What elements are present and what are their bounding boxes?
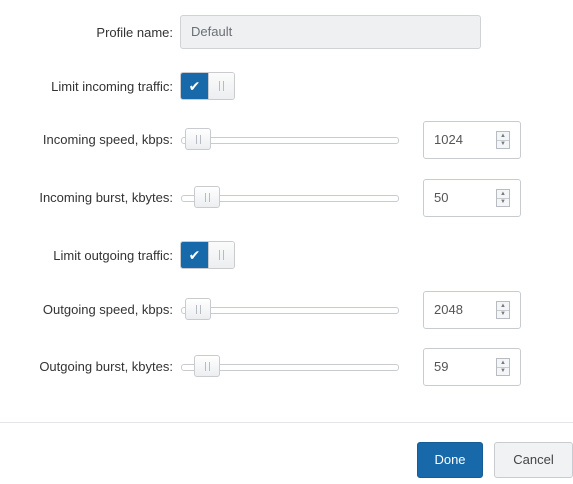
- profile-name-label: Profile name:: [96, 25, 173, 40]
- toggle-knob: [208, 73, 234, 99]
- outgoing-speed-row: Outgoing speed, kbps: 2048 ▲ ▼: [0, 290, 573, 330]
- done-button[interactable]: Done: [417, 442, 483, 478]
- checkmark-icon: ✔: [181, 242, 208, 268]
- incoming-speed-slider[interactable]: [181, 128, 399, 152]
- incoming-burst-spinner[interactable]: 50 ▲ ▼: [423, 179, 521, 217]
- outgoing-burst-label: Outgoing burst, kbytes:: [39, 359, 173, 374]
- spinner-arrows: ▲ ▼: [496, 358, 510, 376]
- outgoing-speed-slider[interactable]: [181, 298, 399, 322]
- footer-divider: [0, 422, 573, 423]
- checkmark-icon: ✔: [181, 73, 208, 99]
- limit-incoming-toggle[interactable]: ✔: [180, 72, 235, 100]
- slider-handle[interactable]: [194, 355, 221, 377]
- limit-outgoing-label: Limit outgoing traffic:: [53, 248, 173, 263]
- slider-handle[interactable]: [194, 186, 221, 208]
- incoming-burst-row: Incoming burst, kbytes: 50 ▲ ▼: [0, 178, 573, 218]
- spinner-down-icon[interactable]: ▼: [497, 198, 509, 206]
- outgoing-burst-spinner[interactable]: 59 ▲ ▼: [423, 348, 521, 386]
- profile-name-input[interactable]: Default: [180, 15, 481, 49]
- incoming-burst-value[interactable]: 50: [434, 180, 448, 216]
- spinner-down-icon[interactable]: ▼: [497, 140, 509, 148]
- incoming-speed-value[interactable]: 1024: [434, 122, 463, 158]
- slider-handle[interactable]: [184, 298, 211, 320]
- toggle-knob: [208, 242, 234, 268]
- spinner-down-icon[interactable]: ▼: [497, 310, 509, 318]
- limit-outgoing-row: Limit outgoing traffic: ✔: [0, 236, 573, 276]
- outgoing-burst-slider[interactable]: [181, 355, 399, 379]
- spinner-arrows: ▲ ▼: [496, 131, 510, 149]
- outgoing-burst-value[interactable]: 59: [434, 349, 448, 385]
- incoming-speed-row: Incoming speed, kbps: 1024 ▲ ▼: [0, 120, 573, 160]
- incoming-speed-label: Incoming speed, kbps:: [42, 132, 173, 147]
- incoming-burst-slider[interactable]: [181, 186, 399, 210]
- limit-incoming-row: Limit incoming traffic: ✔: [0, 67, 573, 107]
- spinner-arrows: ▲ ▼: [496, 189, 510, 207]
- outgoing-speed-label: Outgoing speed, kbps:: [42, 302, 173, 317]
- slider-track: [181, 307, 399, 314]
- outgoing-speed-spinner[interactable]: 2048 ▲ ▼: [423, 291, 521, 329]
- limit-outgoing-toggle[interactable]: ✔: [180, 241, 235, 269]
- cancel-button[interactable]: Cancel: [494, 442, 573, 478]
- incoming-speed-spinner[interactable]: 1024 ▲ ▼: [423, 121, 521, 159]
- profile-name-row: Profile name: Default: [0, 13, 573, 53]
- outgoing-burst-row: Outgoing burst, kbytes: 59 ▲ ▼: [0, 347, 573, 387]
- slider-track: [181, 137, 399, 144]
- outgoing-speed-value[interactable]: 2048: [434, 292, 463, 328]
- incoming-burst-label: Incoming burst, kbytes:: [39, 190, 173, 205]
- spinner-down-icon[interactable]: ▼: [497, 367, 509, 375]
- slider-handle[interactable]: [184, 128, 211, 150]
- limit-incoming-label: Limit incoming traffic:: [51, 79, 173, 94]
- spinner-arrows: ▲ ▼: [496, 301, 510, 319]
